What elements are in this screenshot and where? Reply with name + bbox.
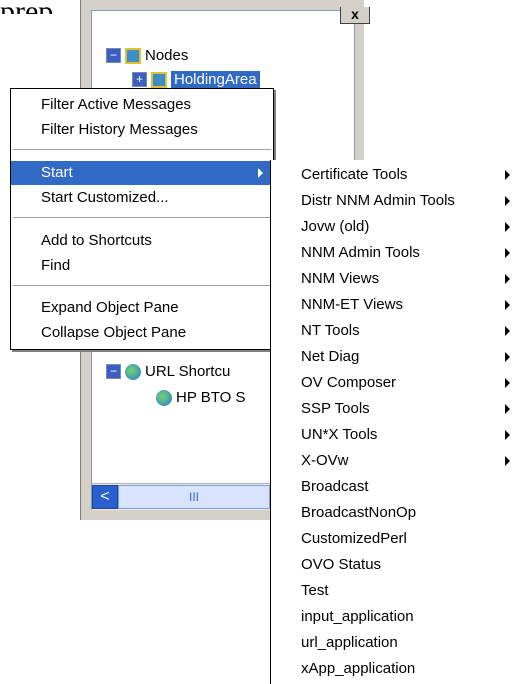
menu-item-label: Filter Active Messages <box>41 96 192 113</box>
menu-item-label: Start Customized... <box>41 189 169 206</box>
submenu-item-label: OVO Status <box>301 556 382 573</box>
menu-item-find[interactable]: Find <box>11 254 273 278</box>
submenu-item-label: SSP Tools <box>301 400 370 417</box>
submenu-item-nnm-et-views[interactable]: NNM-ET Views <box>271 292 513 318</box>
submenu-item-x-ovw[interactable]: X-OVw <box>271 448 513 474</box>
url-shortcuts-icon <box>125 363 141 380</box>
submenu-item-jovw-old[interactable]: Jovw (old) <box>271 214 513 240</box>
submenu-item-label: NT Tools <box>301 322 360 339</box>
submenu-item-xapp-application[interactable]: xApp_application <box>271 656 513 682</box>
submenu-arrow-icon <box>505 222 510 232</box>
submenu-item-nnm-views[interactable]: NNM Views <box>271 266 513 292</box>
menu-item-label: Start <box>41 164 73 181</box>
menu-item-label: Add to Shortcuts <box>41 232 152 249</box>
submenu-arrow-icon <box>505 248 510 258</box>
submenu-arrow-icon <box>505 326 510 336</box>
collapse-icon[interactable]: − <box>106 364 121 379</box>
submenu-item-label: BroadcastNonOp <box>301 504 417 521</box>
submenu-item-input-application[interactable]: input_application <box>271 604 513 630</box>
shortcut-globe-icon <box>156 389 172 406</box>
submenu-item-label: NNM Views <box>301 270 380 287</box>
menu-item-start[interactable]: Start <box>11 161 273 185</box>
start-submenu: Certificate Tools Distr NNM Admin Tools Jo… <box>270 160 513 684</box>
holding-area-icon <box>151 71 167 88</box>
tree-node-label: HoldingArea <box>171 71 260 88</box>
submenu-arrow-icon <box>258 168 263 178</box>
tree-node-hp-bto[interactable]: HP BTO S <box>156 389 245 406</box>
submenu-item-ovo-status[interactable]: OVO Status <box>271 552 513 578</box>
submenu-item-test[interactable]: Test <box>271 578 513 604</box>
submenu-item-net-diag[interactable]: Net Diag <box>271 344 513 370</box>
close-icon: x <box>351 6 359 22</box>
submenu-arrow-icon <box>505 404 510 414</box>
submenu-item-certificate-tools[interactable]: Certificate Tools <box>271 162 513 188</box>
expand-icon[interactable]: + <box>132 72 147 87</box>
submenu-item-label: Broadcast <box>301 478 369 495</box>
close-button[interactable]: x <box>340 7 370 24</box>
menu-item-start-customized[interactable]: Start Customized... <box>11 186 273 210</box>
submenu-item-label: Certificate Tools <box>301 166 408 183</box>
submenu-item-label: Net Diag <box>301 348 360 365</box>
submenu-arrow-icon <box>505 300 510 310</box>
menu-item-label: Expand Object Pane <box>41 299 179 316</box>
submenu-item-un-x-tools[interactable]: UN*X Tools <box>271 422 513 448</box>
submenu-item-label: xApp_application <box>301 660 416 677</box>
submenu-item-ov-composer[interactable]: OV Composer <box>271 370 513 396</box>
context-menu: Filter Active Messages Filter History Me… <box>10 88 274 350</box>
submenu-item-broadcastnonop[interactable]: BroadcastNonOp <box>271 500 513 526</box>
menu-separator <box>13 149 271 150</box>
submenu-item-label: NNM-ET Views <box>301 296 403 313</box>
scroll-left-icon[interactable]: < <box>92 485 118 509</box>
page-heading: prep <box>0 0 53 14</box>
nodes-folder-icon <box>125 47 141 64</box>
submenu-item-broadcast[interactable]: Broadcast <box>271 474 513 500</box>
menu-item-filter-history-messages[interactable]: Filter History Messages <box>11 118 273 142</box>
submenu-item-nnm-admin-tools[interactable]: NNM Admin Tools <box>271 240 513 266</box>
submenu-item-label: UN*X Tools <box>301 426 378 443</box>
menu-separator <box>13 285 271 286</box>
menu-separator <box>13 217 271 218</box>
submenu-item-customizedperl[interactable]: CustomizedPerl <box>271 526 513 552</box>
scroll-thumb[interactable]: III <box>118 485 270 509</box>
submenu-item-label: input_application <box>301 608 414 625</box>
submenu-arrow-icon <box>505 274 510 284</box>
submenu-arrow-icon <box>505 170 510 180</box>
menu-item-label: Find <box>41 257 71 274</box>
tree-node-nodes[interactable]: − Nodes <box>106 47 188 64</box>
menu-item-filter-active-messages[interactable]: Filter Active Messages <box>11 93 273 117</box>
submenu-arrow-icon <box>505 430 510 440</box>
tree-node-label: URL Shortcu <box>145 363 231 380</box>
menu-item-label: Filter History Messages <box>41 121 198 138</box>
tree-node-label: HP BTO S <box>176 389 246 406</box>
submenu-item-ssp-tools[interactable]: SSP Tools <box>271 396 513 422</box>
tree-node-url-shortcuts[interactable]: − URL Shortcu <box>106 363 230 380</box>
submenu-item-label: Distr NNM Admin Tools <box>301 192 455 209</box>
submenu-item-label: X-OVw <box>301 452 349 469</box>
submenu-item-label: NNM Admin Tools <box>301 244 420 261</box>
submenu-item-label: Test <box>301 582 329 599</box>
tree-node-label: Nodes <box>145 47 189 64</box>
submenu-item-label: Jovw (old) <box>301 218 370 235</box>
submenu-arrow-icon <box>505 378 510 388</box>
submenu-item-label: OV Composer <box>301 374 397 391</box>
submenu-item-label: CustomizedPerl <box>301 530 407 547</box>
submenu-item-nt-tools[interactable]: NT Tools <box>271 318 513 344</box>
submenu-item-distr-nnm-admin-tools[interactable]: Distr NNM Admin Tools <box>271 188 513 214</box>
menu-item-expand-object-pane[interactable]: Expand Object Pane <box>11 296 273 320</box>
submenu-item-url-application[interactable]: url_application <box>271 630 513 656</box>
menu-item-collapse-object-pane[interactable]: Collapse Object Pane <box>11 321 273 345</box>
submenu-item-label: url_application <box>301 634 398 651</box>
submenu-arrow-icon <box>505 352 510 362</box>
menu-item-add-to-shortcuts[interactable]: Add to Shortcuts <box>11 229 273 253</box>
submenu-arrow-icon <box>505 196 510 206</box>
collapse-icon[interactable]: − <box>106 48 121 63</box>
tree-node-holding-area[interactable]: + HoldingArea <box>132 71 260 88</box>
submenu-arrow-icon <box>505 456 510 466</box>
menu-item-label: Collapse Object Pane <box>41 324 187 341</box>
